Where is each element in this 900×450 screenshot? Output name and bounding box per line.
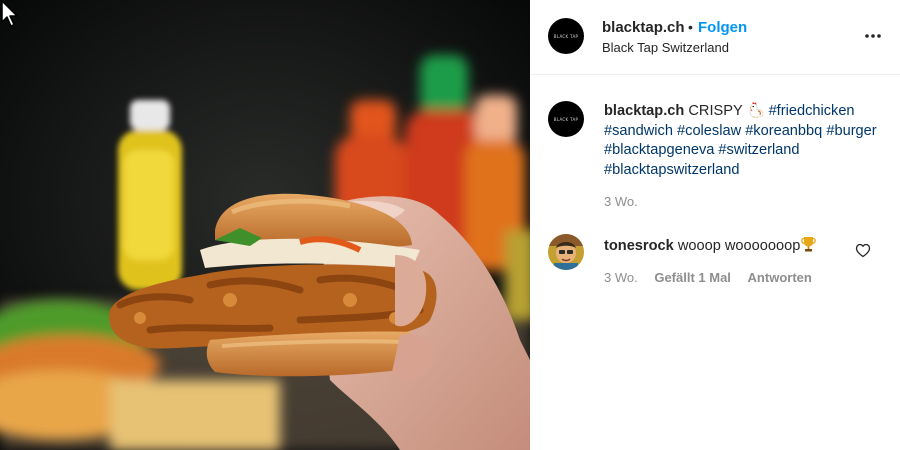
comment-timestamp[interactable]: 3 Wo. <box>604 270 638 285</box>
comment-text: tonesrock wooop wooooooop <box>604 236 817 254</box>
location-link[interactable]: Black Tap Switzerland <box>602 40 729 55</box>
header-username[interactable]: blacktap.ch <box>602 19 685 36</box>
caption-text: CRISPY <box>688 103 743 119</box>
avatar-logo-text: BLACK TAP <box>553 33 579 39</box>
comment-likes-count[interactable]: Gefällt 1 Mal <box>654 270 731 285</box>
hashtag-link[interactable]: #blacktapgeneva <box>604 142 714 158</box>
hashtag-link[interactable]: #switzerland <box>718 142 799 158</box>
caption-avatar[interactable]: BLACK TAP <box>548 101 584 137</box>
post-header: BLACK TAP blacktap.ch • Folgen Black Tap… <box>530 0 900 75</box>
hashtag-link[interactable]: #koreanbbq <box>745 123 822 139</box>
hashtag-link[interactable]: #burger <box>826 123 876 139</box>
rooster-emoji-icon <box>748 102 763 118</box>
fried-chicken-sandwich-photo <box>0 0 530 450</box>
more-options-icon[interactable] <box>864 26 882 46</box>
comment-meta: 3 Wo. Gefällt 1 Mal Antworten <box>604 270 825 285</box>
hashtag-link[interactable]: #coleslaw <box>677 123 741 139</box>
follow-button[interactable]: Folgen <box>698 19 747 36</box>
trophy-emoji-icon <box>801 237 817 252</box>
cartoon-avatar-image <box>548 234 584 270</box>
hashtag-link[interactable]: #friedchicken <box>769 103 855 119</box>
post-image[interactable] <box>0 0 530 450</box>
comment-username[interactable]: tonesrock <box>604 238 674 254</box>
avatar-logo-text: BLACK TAP <box>553 116 579 122</box>
hashtag-link[interactable]: #blacktapswitzerland <box>604 162 739 178</box>
heart-icon[interactable] <box>855 243 871 258</box>
post-caption: blacktap.ch CRISPY #friedchicken #sandwi… <box>604 102 884 180</box>
profile-avatar[interactable]: BLACK TAP <box>548 18 584 54</box>
post-sidebar: BLACK TAP blacktap.ch • Folgen Black Tap… <box>530 0 900 450</box>
caption-timestamp[interactable]: 3 Wo. <box>604 194 638 209</box>
reply-button[interactable]: Antworten <box>748 270 812 285</box>
hashtag-link[interactable]: #sandwich <box>604 123 673 139</box>
comment-body: wooop wooooooop <box>677 238 801 254</box>
caption-username[interactable]: blacktap.ch <box>604 103 684 119</box>
header-separator: • <box>688 19 693 35</box>
comment-avatar[interactable] <box>548 234 584 270</box>
mouse-cursor-icon <box>1 0 18 27</box>
